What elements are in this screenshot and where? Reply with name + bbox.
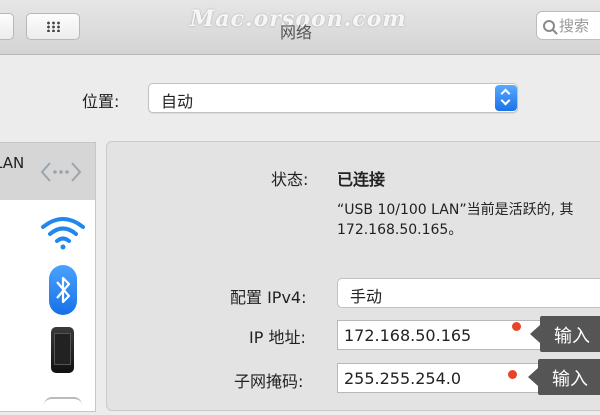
select-stepper-icon (495, 85, 517, 111)
service-item-wifi[interactable] (0, 211, 95, 256)
status-label: 状态: (271, 170, 309, 189)
ethernet-icon (40, 162, 82, 182)
service-item-label: LAN (0, 154, 25, 172)
ip-address-label: IP 地址: (249, 328, 306, 347)
annotation-marker (512, 322, 521, 331)
location-select[interactable]: 自动 (148, 83, 518, 113)
window-title: 网络 (280, 23, 313, 42)
configure-ipv4-label: 配置 IPv4: (230, 288, 307, 307)
location-value: 自动 (161, 92, 194, 111)
search-icon (543, 19, 555, 32)
back-button[interactable] (0, 13, 14, 40)
service-item-lan[interactable]: LAN (0, 143, 95, 200)
bluetooth-icon (49, 265, 77, 315)
wifi-icon (41, 217, 85, 250)
window-toolbar: Mac.orsoon.com 网络 (0, 0, 600, 55)
iphone-icon (51, 327, 74, 373)
location-label: 位置: (82, 92, 120, 111)
search-input[interactable] (559, 16, 600, 35)
search-box[interactable] (536, 11, 600, 40)
status-description-line-2: 172.168.50.165。 (337, 222, 463, 238)
service-item-more[interactable] (0, 389, 95, 413)
configure-ipv4-select[interactable]: 手动 (337, 278, 600, 308)
annotation-marker (508, 370, 517, 379)
status-description-line-1: “USB 10/100 LAN”当前是活跃的, 其 (337, 202, 574, 218)
status-value: 已连接 (337, 170, 386, 189)
service-item-iphone[interactable] (0, 327, 95, 377)
service-list: LAN (0, 142, 96, 412)
ip-input-callout: 输入 (530, 316, 600, 352)
show-all-button[interactable] (26, 13, 80, 40)
subnet-mask-label: 子网掩码: (234, 372, 304, 391)
mask-input-callout: 输入 (528, 359, 600, 395)
configure-ipv4-value: 手动 (350, 287, 383, 306)
service-item-bluetooth[interactable] (0, 263, 95, 318)
grid-icon (45, 21, 61, 32)
